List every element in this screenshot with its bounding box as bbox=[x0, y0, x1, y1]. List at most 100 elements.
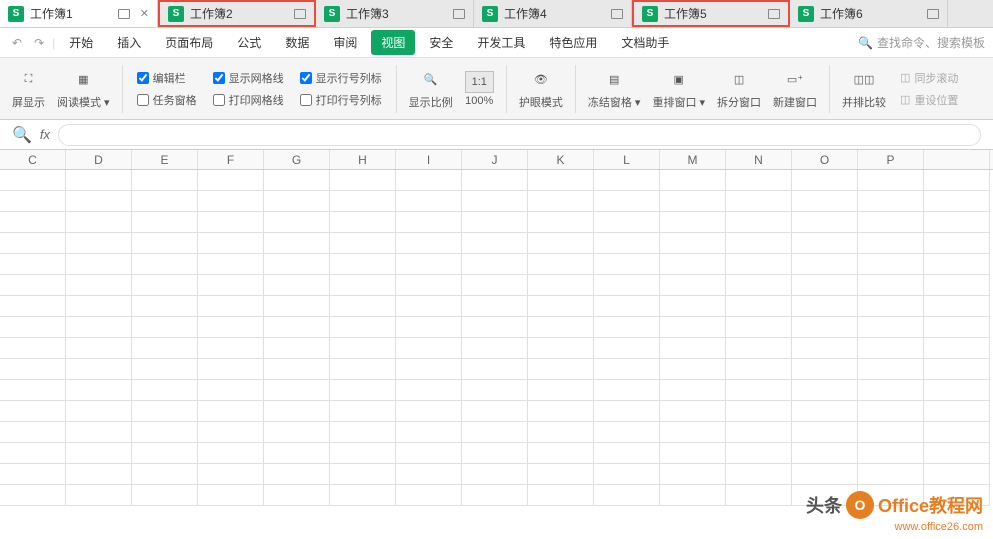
tab-popup-icon[interactable] bbox=[294, 9, 306, 19]
formula-input[interactable] bbox=[58, 124, 981, 146]
menu-insert[interactable]: 插入 bbox=[107, 30, 151, 55]
check-edit-bar[interactable]: 编辑栏 bbox=[137, 70, 197, 86]
spreadsheet-icon: S bbox=[642, 6, 658, 22]
zoom-value-button[interactable]: 1:1 100% bbox=[461, 71, 498, 107]
check-group-1: 编辑栏 任务窗格 bbox=[131, 66, 203, 112]
tab-label: 工作簿4 bbox=[504, 5, 547, 22]
split-icon: ◫ bbox=[727, 68, 751, 92]
col-header[interactable]: G bbox=[264, 150, 330, 169]
rearrange-label: 重排窗口 ▾ bbox=[652, 94, 705, 110]
menu-dev[interactable]: 开发工具 bbox=[467, 30, 535, 55]
wm-text2: Office教程网 bbox=[878, 492, 983, 518]
col-header[interactable]: I bbox=[396, 150, 462, 169]
read-mode-button[interactable]: ▦ 阅读模式 ▾ bbox=[53, 68, 114, 110]
menu-special[interactable]: 特色应用 bbox=[539, 30, 607, 55]
col-header[interactable] bbox=[924, 150, 990, 169]
eye-icon: 👁 bbox=[529, 68, 553, 92]
col-header[interactable]: K bbox=[528, 150, 594, 169]
menu-doc-helper[interactable]: 文档助手 bbox=[611, 30, 679, 55]
tab-popup-icon[interactable] bbox=[453, 9, 465, 19]
doc-tab-2[interactable]: S 工作簿2 bbox=[158, 0, 316, 27]
freeze-icon: ▤ bbox=[602, 68, 626, 92]
menu-review[interactable]: 审阅 bbox=[323, 30, 367, 55]
rearrange-icon: ▣ bbox=[667, 68, 691, 92]
col-header[interactable]: H bbox=[330, 150, 396, 169]
check-show-rowcol[interactable]: 显示行号列标 bbox=[300, 70, 382, 86]
doc-tab-4[interactable]: S 工作簿4 bbox=[474, 0, 632, 27]
read-mode-label: 阅读模式 ▾ bbox=[57, 94, 110, 110]
fullscreen-button[interactable]: ⛶ 屏显示 bbox=[8, 68, 49, 110]
new-window-button[interactable]: ▭⁺ 新建窗口 bbox=[769, 68, 821, 110]
spreadsheet-icon: S bbox=[798, 6, 814, 22]
reset-pos-option: ◫ 重设位置 bbox=[900, 92, 958, 108]
spreadsheet-icon: S bbox=[8, 6, 24, 22]
freeze-pane-button[interactable]: ▤ 冻结窗格 ▾ bbox=[584, 68, 645, 110]
fullscreen-icon: ⛶ bbox=[17, 68, 41, 92]
col-header[interactable]: P bbox=[858, 150, 924, 169]
col-header[interactable]: D bbox=[66, 150, 132, 169]
tab-popup-icon[interactable] bbox=[927, 9, 939, 19]
tab-label: 工作簿6 bbox=[820, 5, 863, 22]
col-header[interactable]: N bbox=[726, 150, 792, 169]
check-task-pane[interactable]: 任务窗格 bbox=[137, 92, 197, 108]
col-header[interactable]: L bbox=[594, 150, 660, 169]
menu-layout[interactable]: 页面布局 bbox=[155, 30, 223, 55]
col-header[interactable]: J bbox=[462, 150, 528, 169]
watermark-url: www.office26.com bbox=[895, 521, 983, 533]
doc-tab-1[interactable]: S 工作簿1 ✕ bbox=[0, 0, 158, 27]
zoom-100-icon: 1:1 bbox=[465, 71, 494, 93]
name-box-icon[interactable]: 🔍 bbox=[12, 125, 32, 145]
rearrange-window-button[interactable]: ▣ 重排窗口 ▾ bbox=[648, 68, 709, 110]
col-header[interactable]: O bbox=[792, 150, 858, 169]
col-header[interactable]: M bbox=[660, 150, 726, 169]
watermark: 头条 O Office教程网 bbox=[806, 491, 983, 519]
split-window-button[interactable]: ◫ 拆分窗口 bbox=[713, 68, 765, 110]
check-show-grid[interactable]: 显示网格线 bbox=[213, 70, 284, 86]
spreadsheet-icon: S bbox=[324, 6, 340, 22]
search-icon: 🔍 bbox=[858, 36, 873, 50]
freeze-label: 冻结窗格 ▾ bbox=[588, 94, 641, 110]
zoom-ratio-button[interactable]: 🔍 显示比例 bbox=[405, 68, 457, 110]
col-header[interactable]: C bbox=[0, 150, 66, 169]
redo-icon[interactable]: ↷ bbox=[30, 36, 48, 50]
compare-options: ◫ 同步滚动 ◫ 重设位置 bbox=[894, 66, 964, 112]
command-search[interactable]: 🔍 查找命令、搜索模板 bbox=[858, 34, 985, 51]
ribbon-toolbar: ⛶ 屏显示 ▦ 阅读模式 ▾ 编辑栏 任务窗格 显示网格线 打印网格线 显示行号… bbox=[0, 58, 993, 120]
menu-security[interactable]: 安全 bbox=[419, 30, 463, 55]
doc-tab-3[interactable]: S 工作簿3 bbox=[316, 0, 474, 27]
menu-view[interactable]: 视图 bbox=[371, 30, 415, 55]
read-mode-icon: ▦ bbox=[71, 68, 95, 92]
check-group-3: 显示行号列标 打印行号列标 bbox=[294, 66, 388, 112]
undo-icon[interactable]: ↶ bbox=[8, 36, 26, 50]
new-window-icon: ▭⁺ bbox=[783, 68, 807, 92]
office-logo-icon: O bbox=[846, 491, 874, 519]
menu-bar: ↶ ↷ | 开始 插入 页面布局 公式 数据 审阅 视图 安全 开发工具 特色应… bbox=[0, 28, 993, 58]
tab-popup-icon[interactable] bbox=[611, 9, 623, 19]
menu-home[interactable]: 开始 bbox=[59, 30, 103, 55]
compare-button[interactable]: ◫◫ 并排比较 bbox=[838, 68, 890, 110]
tab-popup-icon[interactable] bbox=[768, 9, 780, 19]
formula-bar: 🔍 fx bbox=[0, 120, 993, 150]
zoom-icon: 🔍 bbox=[419, 68, 443, 92]
check-group-2: 显示网格线 打印网格线 bbox=[207, 66, 290, 112]
eye-mode-button[interactable]: 👁 护眼模式 bbox=[515, 68, 567, 110]
tab-popup-icon[interactable] bbox=[118, 9, 130, 19]
tab-label: 工作簿2 bbox=[190, 5, 233, 22]
menu-formula[interactable]: 公式 bbox=[227, 30, 271, 55]
check-print-rowcol[interactable]: 打印行号列标 bbox=[300, 92, 382, 108]
doc-tab-6[interactable]: S 工作簿6 bbox=[790, 0, 948, 27]
col-header[interactable]: E bbox=[132, 150, 198, 169]
search-placeholder: 查找命令、搜索模板 bbox=[877, 34, 985, 51]
close-icon[interactable]: ✕ bbox=[140, 7, 149, 20]
doc-tab-5[interactable]: S 工作簿5 bbox=[632, 0, 790, 27]
col-header[interactable]: F bbox=[198, 150, 264, 169]
wm-text1: 头条 bbox=[806, 492, 842, 518]
check-print-grid[interactable]: 打印网格线 bbox=[213, 92, 284, 108]
menu-data[interactable]: 数据 bbox=[275, 30, 319, 55]
tab-label: 工作簿5 bbox=[664, 5, 707, 22]
column-headers: C D E F G H I J K L M N O P bbox=[0, 150, 993, 170]
document-tabs-bar: S 工作簿1 ✕ S 工作簿2 S 工作簿3 S 工作簿4 S 工作簿5 S 工… bbox=[0, 0, 993, 28]
spreadsheet-grid[interactable] bbox=[0, 170, 993, 506]
fx-icon[interactable]: fx bbox=[40, 127, 50, 142]
compare-icon: ◫◫ bbox=[852, 68, 876, 92]
